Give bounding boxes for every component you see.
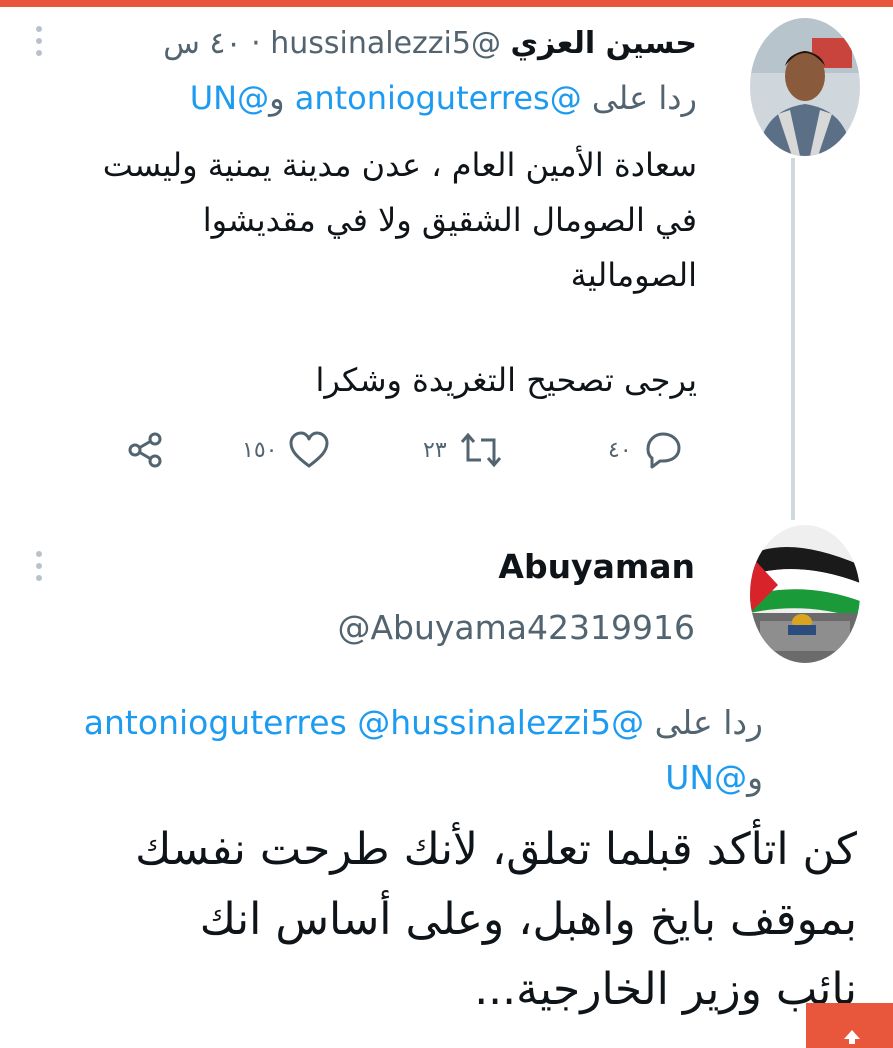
scroll-to-top-button[interactable] (806, 1003, 893, 1048)
tweet2-reply-conjunction: و (747, 758, 763, 797)
tweet1-separator: · (251, 26, 261, 61)
tweet2-mention-hussinalezzi5[interactable]: @hussinalezzi5 (357, 703, 611, 742)
reply-icon (646, 432, 681, 469)
tweet2-text: كن اتأكد قبلما تعلق، لأنك طرحت نفسك بموق… (7, 815, 857, 1025)
share-button[interactable] (126, 428, 166, 472)
tweet1-text-line: يرجى تصحيح التغريدة وشكرا (315, 361, 698, 399)
tweet2-author-name[interactable]: Abuyaman (498, 545, 695, 589)
like-button[interactable]: ١٥٠ (242, 428, 331, 472)
retweet-icon (460, 432, 501, 468)
tweet1-reply-context: ردا على @antonioguterres و@UN (57, 78, 697, 118)
reply-count: ٤٠ (608, 437, 632, 463)
tweet1-action-bar: ١٥٠ ٢٣ ٤٠ (120, 428, 710, 472)
tweet2-mention-un[interactable]: @UN (665, 758, 747, 797)
tweet1-reply-conjunction: و (269, 79, 285, 117)
tweet1-mention-antonioguterres[interactable]: @antonioguterres (295, 79, 582, 117)
share-icon (128, 432, 162, 468)
like-icon (289, 431, 329, 468)
like-count: ١٥٠ (242, 437, 278, 463)
tweet1-text-line: في الصومال الشقيق ولا في مقديشوا (202, 201, 697, 239)
retweet-button[interactable]: ٢٣ (423, 428, 505, 472)
thread-connector-line (791, 158, 795, 520)
tweet1-text-line: سعادة الأمين العام ، عدن مدينة يمنية ولي… (102, 146, 697, 184)
top-accent-bar (0, 0, 893, 7)
tweet1-mention-un[interactable]: @UN (190, 79, 269, 117)
avatar-photo (750, 525, 860, 663)
avatar-photo (750, 18, 860, 156)
avatar-hussinalezzi5[interactable] (750, 18, 860, 156)
tweet1-author-name[interactable]: حسين العزي (511, 26, 697, 61)
tweet2-text-line: نائب وزير الخارجية... (474, 964, 857, 1015)
reply-button[interactable]: ٤٠ (608, 428, 684, 472)
tweet1-text-line: الصومالية (570, 256, 697, 294)
tweet1-header: حسين العزي @hussinalezzi5 · ٤٠ س (57, 24, 697, 64)
tweet1-timestamp[interactable]: ٤٠ س (163, 26, 241, 61)
retweet-count: ٢٣ (423, 437, 447, 463)
tweet2-reply-context: ردا على @antonioguterres @hussinalezzi5 … (3, 695, 763, 805)
tweet1-author-handle[interactable]: @hussinalezzi5 (270, 26, 501, 61)
tweet2-text-line: كن اتأكد قبلما تعلق، لأنك طرحت نفسك (135, 824, 857, 875)
more-options-icon[interactable] (33, 551, 45, 581)
tweet2-text-line: بموقف بايخ واهبل، وعلى أساس انك (199, 894, 857, 945)
avatar-abuyama42319916[interactable] (750, 525, 860, 663)
tweet1-reply-prefix: ردا على (591, 79, 697, 117)
tweet2-author-handle[interactable]: @Abuyama42319916 (337, 606, 695, 650)
tweet2-reply-prefix: ردا على (654, 703, 763, 742)
tweet1-text: سعادة الأمين العام ، عدن مدينة يمنية ولي… (37, 138, 697, 408)
more-options-icon[interactable] (33, 26, 45, 56)
